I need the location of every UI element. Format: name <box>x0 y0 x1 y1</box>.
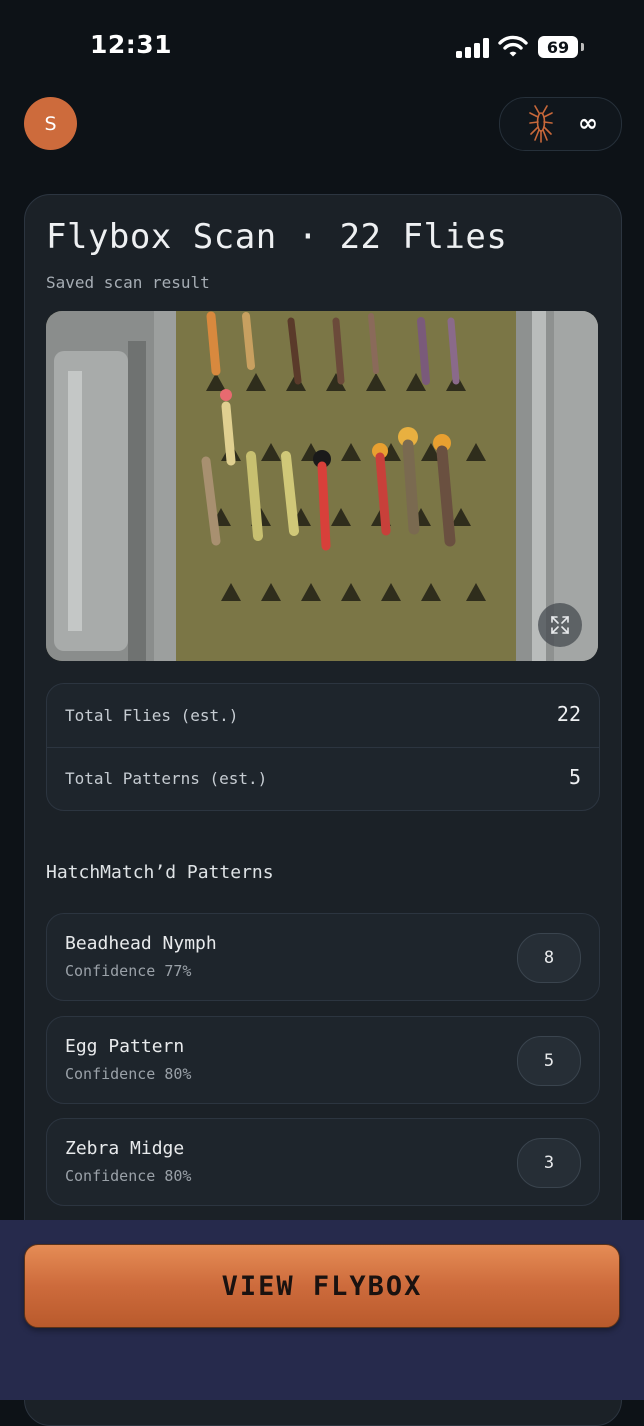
battery-icon: 69 <box>538 36 584 58</box>
page-title: Flybox Scan · 22 Flies <box>46 217 508 257</box>
status-bar: 12:31 69 <box>0 0 644 96</box>
expand-photo-button[interactable] <box>538 603 582 647</box>
stat-label: Total Patterns (est.) <box>65 769 268 788</box>
pattern-count-badge: 8 <box>517 933 581 983</box>
battery-level: 69 <box>538 36 578 58</box>
profile-avatar[interactable]: S <box>24 97 77 150</box>
mayfly-bug-icon <box>526 104 556 144</box>
page-subtitle: Saved scan result <box>46 273 210 292</box>
pattern-confidence: Confidence 80% <box>65 1167 192 1185</box>
pattern-item-zebra-midge[interactable]: Zebra Midge Confidence 80% 3 <box>46 1118 600 1206</box>
bottom-action-bar: VIEW FLYBOX <box>0 1220 644 1400</box>
pattern-item-egg-pattern[interactable]: Egg Pattern Confidence 80% 5 <box>46 1016 600 1104</box>
pattern-confidence: Confidence 77% <box>65 962 192 980</box>
view-flybox-button[interactable]: VIEW FLYBOX <box>24 1244 620 1328</box>
pattern-name: Zebra Midge <box>65 1138 185 1159</box>
pattern-name: Egg Pattern <box>65 1036 185 1057</box>
stat-label: Total Flies (est.) <box>65 706 239 725</box>
credits-value: ∞ <box>578 109 598 137</box>
credits-pill[interactable]: ∞ <box>499 97 622 151</box>
expand-icon <box>551 616 569 634</box>
pattern-confidence: Confidence 80% <box>65 1065 192 1083</box>
pattern-item-beadhead-nymph[interactable]: Beadhead Nymph Confidence 77% 8 <box>46 913 600 1001</box>
scan-stats: Total Flies (est.) 22 Total Patterns (es… <box>46 683 600 811</box>
stat-value: 5 <box>568 765 581 789</box>
flybox-photo[interactable] <box>46 311 598 661</box>
wifi-icon <box>498 34 528 58</box>
stat-total-patterns: Total Patterns (est.) 5 <box>47 747 599 810</box>
pattern-name: Beadhead Nymph <box>65 933 217 954</box>
stat-value: 22 <box>556 702 581 726</box>
patterns-section-title: HatchMatch’d Patterns <box>46 862 274 883</box>
status-time: 12:31 <box>90 30 173 59</box>
stat-total-flies: Total Flies (est.) 22 <box>47 684 599 748</box>
cellular-signal-icon <box>456 38 490 58</box>
pattern-count-badge: 5 <box>517 1036 581 1086</box>
pattern-count-badge: 3 <box>517 1138 581 1188</box>
